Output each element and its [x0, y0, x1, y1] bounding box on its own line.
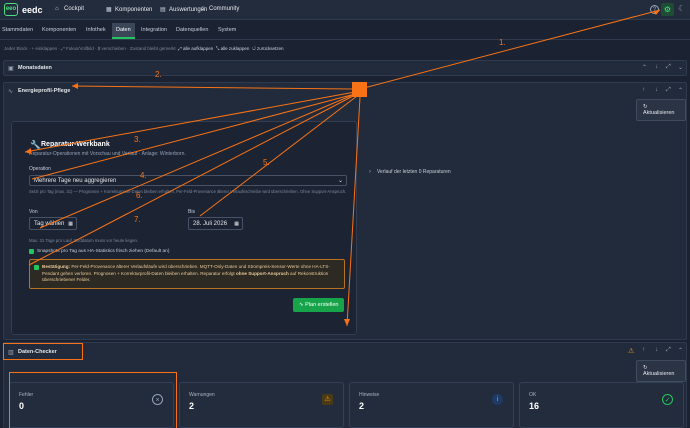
arrow-3 [24, 91, 356, 153]
annotation-1: 1. [499, 38, 506, 47]
annotation-arrows [24, 9, 661, 327]
arrow-2 [71, 85, 353, 90]
annotation-2: 2. [155, 70, 162, 79]
annotation-7: 7. [134, 215, 141, 224]
annotation-3: 3. [134, 135, 141, 144]
arrow-1 [359, 9, 661, 90]
annotation-5: 5. [263, 158, 270, 167]
arrow-6 [39, 93, 356, 229]
annotation-6: 6. [136, 191, 143, 200]
arrow-8 [346, 96, 361, 327]
arrow-4 [31, 93, 356, 180]
annotation-4: 4. [140, 171, 147, 180]
arrow-7 [28, 94, 356, 266]
